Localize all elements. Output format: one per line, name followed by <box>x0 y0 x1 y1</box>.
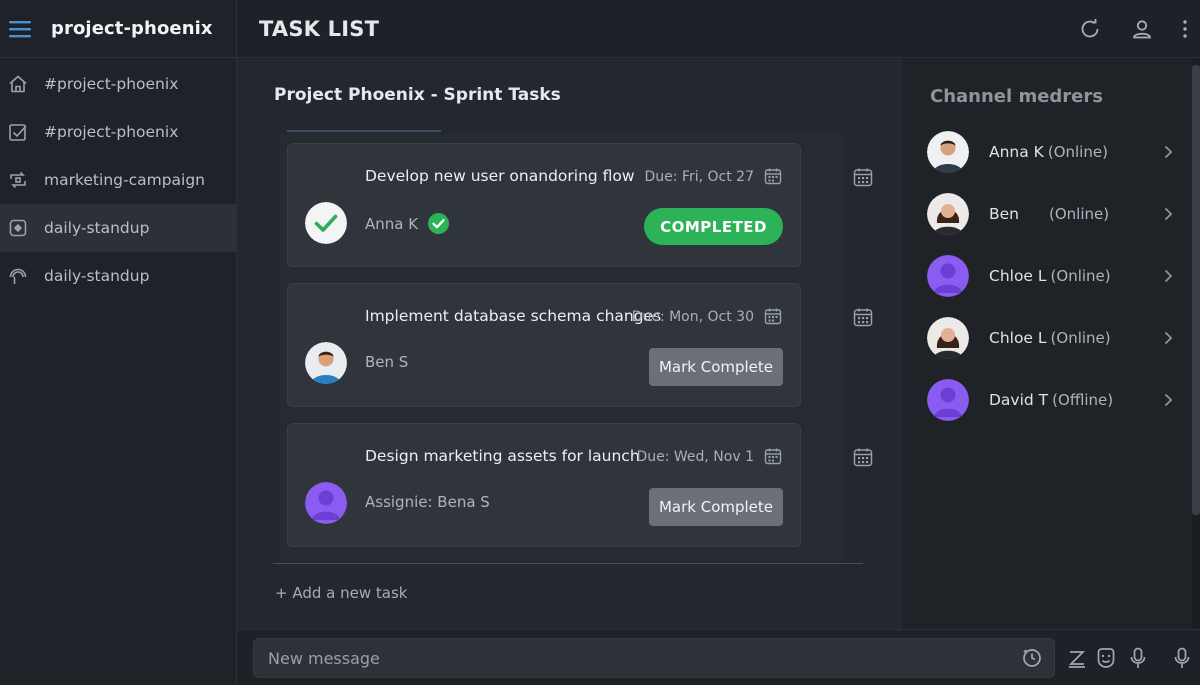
sticker-icon[interactable] <box>1095 646 1117 670</box>
task-assignee: Anna K <box>365 213 450 234</box>
format-icon[interactable] <box>1066 646 1088 670</box>
sync-icon <box>10 171 26 189</box>
task-due-date: Due: Wed, Nov 1 <box>636 449 754 465</box>
section-title: Project Phoenix - Sprint Tasks <box>274 85 561 105</box>
task-assignee: Ben S <box>365 353 408 371</box>
assignee-name: Assignie: Bena S <box>365 493 490 511</box>
avatar-placeholder-icon <box>305 482 347 524</box>
member-name: David T <box>989 391 1049 409</box>
chevron-right-icon <box>1164 145 1173 159</box>
member-name: Ben <box>989 205 1019 223</box>
calendar-icon[interactable] <box>764 447 782 465</box>
page-title: TASK LIST <box>259 16 380 41</box>
task-title: Design marketing assets for launch <box>365 447 640 465</box>
mic-icon[interactable] <box>1171 646 1193 670</box>
avatar-placeholder-icon <box>927 379 969 421</box>
member-status: (Online) <box>1047 143 1108 161</box>
calendar-icon[interactable] <box>764 167 782 185</box>
members-title: Channel medrers <box>930 86 1103 107</box>
member-name: Anna K <box>989 143 1044 161</box>
mark-complete-button[interactable]: Mark Complete <box>649 348 783 386</box>
calendar-icon[interactable] <box>853 447 873 467</box>
sidebar-item-marketing-campaign[interactable]: marketing-campaign <box>0 156 236 204</box>
member-status: (Online) <box>1049 205 1110 223</box>
member-status: (Offline) <box>1052 391 1114 409</box>
plus-square-icon <box>9 219 27 237</box>
task-due-date: Due: Mon, Oct 30 <box>631 309 754 325</box>
member-item[interactable]: Ben (Online) <box>927 192 1173 236</box>
member-status: (Online) <box>1050 329 1111 347</box>
umbrella-icon <box>9 268 27 284</box>
add-task-button[interactable]: + Add a new task <box>275 584 407 602</box>
avatar-placeholder-icon <box>927 255 969 297</box>
channel-list: #project-phoenix #project-phoenix market… <box>0 60 236 300</box>
sidebar-item-label: marketing-campaign <box>44 171 205 189</box>
top-header: TASK LIST <box>237 0 1200 58</box>
hamburger-menu-icon[interactable] <box>9 20 31 38</box>
message-composer <box>237 629 1200 685</box>
calendar-icon[interactable] <box>764 307 782 325</box>
chevron-right-icon <box>1164 207 1173 221</box>
user-icon[interactable] <box>1130 17 1154 41</box>
member-item[interactable]: Chloe L (Online) <box>927 316 1173 360</box>
task-panel: Develop new user onandoring flow Due: Fr… <box>279 133 873 563</box>
avatar <box>927 317 969 359</box>
emoji-clock-icon[interactable] <box>1021 647 1043 669</box>
member-name: Chloe L <box>989 267 1047 285</box>
sidebar-item-label: #project-phoenix <box>44 123 179 141</box>
completed-check-icon <box>305 202 347 244</box>
more-vertical-icon[interactable] <box>1182 17 1188 41</box>
member-name: Chloe L <box>989 329 1047 347</box>
refresh-icon[interactable] <box>1078 17 1102 41</box>
assignee-name: Ben S <box>365 353 409 371</box>
member-item[interactable]: Chloe L (Online) <box>927 254 1173 298</box>
workspace-name: project-phoenix <box>51 18 213 39</box>
tab-underline <box>287 130 441 132</box>
chevron-right-icon <box>1164 269 1173 283</box>
member-item[interactable]: Anna K (Online) <box>927 130 1173 174</box>
avatar <box>305 342 347 384</box>
sidebar-item-daily-standup-2[interactable]: daily-standup <box>0 252 236 300</box>
member-item[interactable]: David T (Offline) <box>927 378 1173 422</box>
sidebar: project-phoenix #project-phoenix #projec… <box>0 0 237 685</box>
message-input[interactable] <box>253 638 1055 678</box>
home-icon <box>9 75 27 93</box>
calendar-icon[interactable] <box>853 307 873 327</box>
chevron-right-icon <box>1164 331 1173 345</box>
mark-complete-button[interactable]: Mark Complete <box>649 488 783 526</box>
task-assignee: Assignie: Bena S <box>365 493 490 511</box>
divider <box>273 563 863 564</box>
sidebar-item-label: daily-standup <box>44 267 150 285</box>
channel-members-panel: Channel medrers Anna K (Online) Ben (Onl… <box>902 59 1200 629</box>
task-title: Implement database schema changes <box>365 307 662 325</box>
completed-status-button[interactable]: COMPLETED <box>644 208 783 245</box>
sidebar-item-label: daily-standup <box>44 219 150 237</box>
scrollbar-thumb[interactable] <box>1192 65 1200 515</box>
avatar <box>927 131 969 173</box>
task-card[interactable]: Design marketing assets for launch Due: … <box>287 423 801 547</box>
sidebar-item-project-phoenix[interactable]: #project-phoenix <box>0 60 236 108</box>
verified-check-icon <box>428 213 450 234</box>
task-title: Develop new user onandoring flow <box>365 167 635 185</box>
sidebar-item-label: #project-phoenix <box>44 75 179 93</box>
avatar <box>927 193 969 235</box>
member-status: (Online) <box>1050 267 1111 285</box>
task-due-date: Due: Fri, Oct 27 <box>644 169 754 185</box>
sidebar-item-daily-standup[interactable]: daily-standup <box>0 204 236 252</box>
task-card[interactable]: Implement database schema changes Due: M… <box>287 283 801 407</box>
chevron-right-icon <box>1164 393 1173 407</box>
calendar-icon[interactable] <box>853 167 873 187</box>
checkbox-icon <box>9 124 27 141</box>
header-actions <box>1078 17 1200 41</box>
task-card[interactable]: Develop new user onandoring flow Due: Fr… <box>287 143 801 267</box>
mic-icon[interactable] <box>1127 646 1149 670</box>
assignee-name: Anna K <box>365 214 419 233</box>
task-area: Project Phoenix - Sprint Tasks Develop n… <box>237 59 902 629</box>
sidebar-item-project-phoenix-tasks[interactable]: #project-phoenix <box>0 108 236 156</box>
sidebar-header: project-phoenix <box>0 0 236 58</box>
